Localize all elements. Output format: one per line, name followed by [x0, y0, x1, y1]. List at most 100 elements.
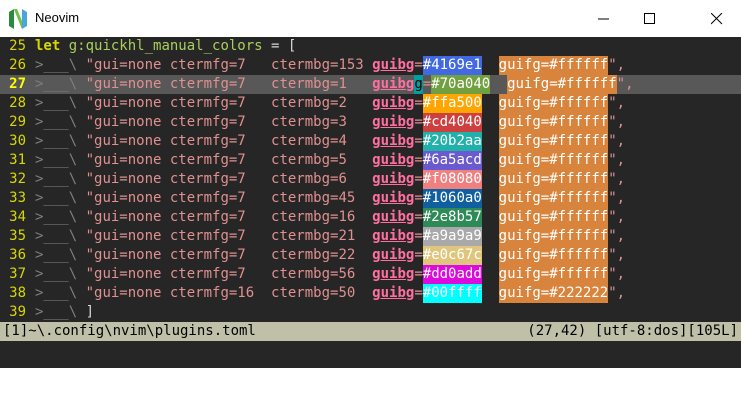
guibg-key: guibg: [372, 133, 415, 149]
string-literal: "gui=none ctermfg=7 ctermbg=5: [77, 152, 373, 168]
line-number: 36: [9, 247, 26, 263]
guifg-value: guifg=#ffffff: [498, 151, 609, 170]
guibg-value-swatch: #6a5acd: [422, 151, 482, 170]
guibg-value-swatch: #20b2aa: [422, 132, 482, 151]
guifg-key: guifg=: [498, 209, 550, 225]
command-line[interactable]: [0, 341, 741, 368]
equals-sign: =: [414, 190, 423, 206]
line-number: 25: [9, 38, 26, 54]
guibg-value-swatch: #2e8b57: [422, 208, 482, 227]
guifg-value: guifg=#222222: [498, 284, 609, 303]
string-literal: "gui=none ctermfg=7 ctermbg=2: [77, 95, 373, 111]
code-line[interactable]: 30 >___\ "gui=none ctermfg=7 ctermbg=4 gu…: [0, 132, 625, 151]
guifg-color: #ffffff: [549, 190, 609, 206]
guifg-color: #222222: [549, 285, 609, 301]
guibg-value-swatch: #00ffff: [422, 284, 482, 303]
guibg-key: guibg: [372, 266, 415, 282]
line-number: 37: [9, 266, 26, 282]
line-number: 38: [9, 285, 26, 301]
string-literal: "gui=none ctermfg=7 ctermbg=16: [77, 209, 373, 225]
code-line-first[interactable]: 25 let g:quickhl_manual_colors = [: [0, 37, 296, 56]
guifg-value: guifg=#ffffff: [498, 246, 609, 265]
line-number: 27: [9, 76, 26, 92]
guifg-key: guifg=: [498, 95, 550, 111]
code-line-last[interactable]: 39 >___\ ]: [0, 303, 94, 322]
guibg-key: guibg: [372, 57, 415, 73]
row-terminator: ",: [608, 266, 626, 282]
equals-sign: =: [414, 95, 423, 111]
string-literal: "gui=none ctermfg=7 ctermbg=6: [77, 171, 373, 187]
indent-marker: >___\: [35, 228, 78, 244]
row-terminator: ",: [608, 57, 626, 73]
line-number: 30: [9, 133, 26, 149]
maximize-button[interactable]: [627, 0, 673, 37]
status-position-info: (27,42) [utf-8:dos][105L]: [527, 323, 738, 339]
code-line[interactable]: 32 >___\ "gui=none ctermfg=7 ctermbg=6 gu…: [0, 170, 625, 189]
guifg-key: guifg=: [498, 57, 550, 73]
guifg-color: #ffffff: [549, 57, 609, 73]
row-terminator: ",: [608, 133, 626, 149]
let-keyword: let: [35, 38, 61, 54]
string-literal: "gui=none ctermfg=7 ctermbg=45: [77, 190, 373, 206]
guifg-color: #ffffff: [549, 95, 609, 111]
indent-marker: >___\: [35, 190, 78, 206]
indent-marker: >___\: [35, 152, 78, 168]
guifg-key: guifg=: [498, 285, 550, 301]
string-literal: "gui=none ctermfg=7 ctermbg=3: [77, 114, 373, 130]
minimize-button[interactable]: [581, 0, 627, 37]
close-bracket: ]: [77, 304, 95, 320]
guifg-color: #ffffff: [549, 209, 609, 225]
guibg-key: guibg: [372, 247, 415, 263]
guifg-key: guifg=: [507, 76, 558, 92]
indent-marker: >___\: [35, 171, 78, 187]
guibg-key: guibg: [372, 95, 415, 111]
code-line[interactable]: 34 >___\ "gui=none ctermfg=7 ctermbg=16 g…: [0, 208, 625, 227]
guifg-color: #ffffff: [549, 171, 609, 187]
code-line[interactable]: 29 >___\ "gui=none ctermfg=7 ctermbg=3 gu…: [0, 113, 625, 132]
guifg-value: guifg=#ffffff: [498, 170, 609, 189]
indent-marker: >___\: [35, 285, 78, 301]
line-number: 31: [9, 152, 26, 168]
guibg-value-swatch: #ffa500: [422, 94, 482, 113]
code-line[interactable]: 36 >___\ "gui=none ctermfg=7 ctermbg=22 g…: [0, 246, 625, 265]
indent-marker: >___\: [35, 95, 78, 111]
code-line-current[interactable]: 27 >___\ "gui=none ctermfg=7 ctermbg=1 gu…: [0, 75, 741, 94]
row-terminator: ",: [608, 171, 626, 187]
close-button[interactable]: [694, 0, 740, 37]
string-literal: "gui=none ctermfg=7 ctermbg=1: [77, 76, 373, 92]
guifg-key: guifg=: [498, 133, 550, 149]
neovim-window: Neovim 25 let g:quickhl_manual_colors = […: [0, 0, 741, 368]
row-terminator: ",: [608, 114, 626, 130]
guifg-value: guifg=#ffffff: [498, 189, 609, 208]
guibg-value-swatch: #f08080: [422, 170, 482, 189]
row-terminator: ",: [608, 95, 626, 111]
code-line[interactable]: 35 >___\ "gui=none ctermfg=7 ctermbg=21 g…: [0, 227, 625, 246]
code-line[interactable]: 31 >___\ "gui=none ctermfg=7 ctermbg=5 gu…: [0, 151, 625, 170]
title-bar[interactable]: Neovim: [0, 0, 741, 37]
equals-sign: =: [414, 266, 423, 282]
guifg-key: guifg=: [498, 171, 550, 187]
guibg-value-swatch: #4169e1: [422, 56, 482, 75]
line-number: 34: [9, 209, 26, 225]
code-line[interactable]: 26 >___\ "gui=none ctermfg=7 ctermbg=153 …: [0, 56, 625, 75]
code-line[interactable]: 38 >___\ "gui=none ctermfg=16 ctermbg=50 …: [0, 284, 625, 303]
minimize-icon: [598, 18, 609, 20]
guifg-color: #ffffff: [549, 133, 609, 149]
string-literal: "gui=none ctermfg=16 ctermbg=50: [77, 285, 373, 301]
string-literal: "gui=none ctermfg=7 ctermbg=4: [77, 133, 373, 149]
code-line[interactable]: 37 >___\ "gui=none ctermfg=7 ctermbg=56 g…: [0, 265, 625, 284]
guifg-value: guifg=#ffffff: [498, 208, 609, 227]
indent-marker: >___\: [35, 114, 78, 130]
guifg-value: guifg=#ffffff: [507, 75, 617, 94]
equals-sign: =: [414, 171, 423, 187]
row-terminator: ",: [608, 152, 626, 168]
code-line[interactable]: 28 >___\ "gui=none ctermfg=7 ctermbg=2 gu…: [0, 94, 625, 113]
equals-sign: =: [414, 285, 423, 301]
status-file-path: [1]~\.config\nvim\plugins.toml: [3, 323, 256, 339]
guifg-key: guifg=: [498, 266, 550, 282]
code-line[interactable]: 33 >___\ "gui=none ctermfg=7 ctermbg=45 g…: [0, 189, 625, 208]
guibg-value-swatch: #70a040: [431, 75, 491, 94]
equals-sign: =: [414, 247, 423, 263]
editor-buffer[interactable]: 25 let g:quickhl_manual_colors = [ 26 >___…: [0, 37, 741, 368]
guifg-key: guifg=: [498, 247, 550, 263]
